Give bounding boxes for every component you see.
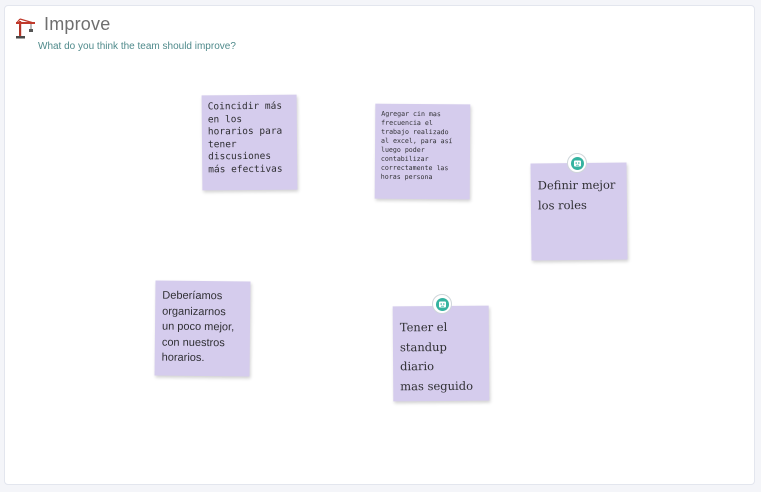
avatar-face-icon [435, 297, 449, 311]
sticky-note[interactable]: Tener el standup diario mas seguido [392, 305, 490, 402]
page-subtitle: What do you think the team should improv… [38, 41, 236, 52]
sticky-note[interactable]: Definir mejor los roles [530, 162, 628, 261]
sticky-note[interactable]: Deberíamos organizarnos un poco mejor, c… [154, 280, 251, 377]
author-avatar-icon[interactable] [567, 153, 587, 173]
sticky-note[interactable]: Coincidir más en los horarios para tener… [201, 94, 298, 191]
sticky-note[interactable]: Agregar cin mas frecuencia el trabajo re… [374, 103, 471, 200]
avatar-face-icon [570, 156, 584, 170]
retro-board-column: Improve What do you think the team shoul… [4, 5, 755, 485]
author-avatar-icon[interactable] [432, 294, 452, 314]
crane-icon [15, 18, 37, 40]
page-title: Improve [44, 14, 111, 34]
